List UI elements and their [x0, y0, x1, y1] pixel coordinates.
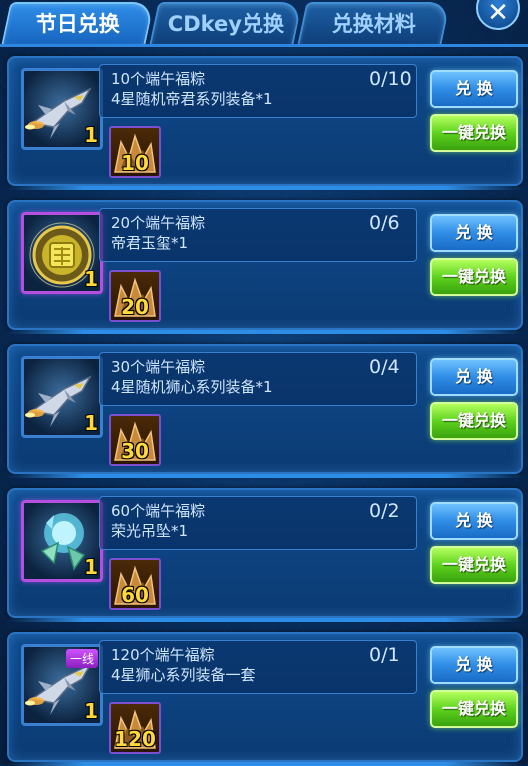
one-click-exchange-button[interactable]: 一键兑换: [430, 258, 518, 296]
one-click-exchange-button[interactable]: 一键兑换: [430, 546, 518, 584]
exchange-card: 1 10个端午福粽 4星随机帝君系列装备*1 0/10 10 兑 换 一键兑换: [7, 56, 523, 190]
item-count: 1: [84, 267, 98, 291]
reward-text: 4星狮心系列装备一套: [111, 666, 256, 684]
exchange-card: 1 20个端午福粽 帝君玉玺*1 0/6 20 兑 换 一键兑换: [7, 200, 523, 334]
progress-count: 0/4: [369, 356, 400, 378]
exchange-button[interactable]: 兑 换: [430, 214, 518, 252]
exchange-button[interactable]: 兑 换: [430, 70, 518, 108]
requirement-text: 120个端午福粽: [111, 646, 215, 664]
cost-item: 120: [109, 702, 161, 754]
cost-amount: 30: [121, 439, 149, 463]
tab-bar: 节日兑换 CDkey兑换 兑换材料 ✕: [0, 0, 528, 48]
progress-count: 0/1: [369, 644, 400, 666]
exchange-button[interactable]: 兑 换: [430, 502, 518, 540]
cost-item: 60: [109, 558, 161, 610]
reward-text: 帝君玉玺*1: [111, 234, 189, 252]
exchange-button[interactable]: 兑 换: [430, 358, 518, 396]
close-button[interactable]: ✕: [476, 0, 520, 30]
item-frame[interactable]: 1: [21, 500, 103, 582]
requirement-text: 20个端午福粽: [111, 214, 206, 232]
cost-amount: 60: [121, 583, 149, 607]
cost-item: 30: [109, 414, 161, 466]
requirement-text: 60个端午福粽: [111, 502, 206, 520]
one-click-exchange-button[interactable]: 一键兑换: [430, 114, 518, 152]
tab-underline: [0, 44, 528, 47]
cost-amount: 20: [121, 295, 149, 319]
item-frame[interactable]: 1: [21, 68, 103, 150]
one-click-exchange-button[interactable]: 一键兑换: [430, 402, 518, 440]
exchange-card: 一线 1 120个端午福粽 4星狮心系列装备一套 0/1 120 兑 换 一键兑…: [7, 632, 523, 766]
item-frame[interactable]: 1: [21, 212, 103, 294]
exchange-card: 1 60个端午福粽 荣光吊坠*1 0/2 60 兑 换 一键兑换: [7, 488, 523, 622]
progress-count: 0/10: [369, 68, 412, 90]
tab-festival-exchange[interactable]: 节日兑换: [1, 2, 155, 44]
item-count: 1: [84, 699, 98, 723]
tab-cdkey-exchange[interactable]: CDkey兑换: [149, 2, 303, 44]
reward-text: 荣光吊坠*1: [111, 522, 189, 540]
cost-item: 20: [109, 270, 161, 322]
requirement-text: 30个端午福粽: [111, 358, 206, 376]
item-frame[interactable]: 一线 1: [21, 644, 103, 726]
reward-text: 4星随机狮心系列装备*1: [111, 378, 273, 396]
requirement-text: 10个端午福粽: [111, 70, 206, 88]
cost-amount: 120: [114, 727, 156, 751]
item-tag-badge: 一线: [65, 649, 98, 668]
one-click-exchange-button[interactable]: 一键兑换: [430, 690, 518, 728]
close-icon: ✕: [487, 0, 509, 28]
item-count: 1: [84, 123, 98, 147]
item-count: 1: [84, 555, 98, 579]
exchange-button[interactable]: 兑 换: [430, 646, 518, 684]
exchange-card: 1 30个端午福粽 4星随机狮心系列装备*1 0/4 30 兑 换 一键兑换: [7, 344, 523, 478]
cost-item: 10: [109, 126, 161, 178]
reward-text: 4星随机帝君系列装备*1: [111, 90, 273, 108]
cost-amount: 10: [121, 151, 149, 175]
tab-exchange-materials[interactable]: 兑换材料: [297, 2, 451, 44]
progress-count: 0/2: [369, 500, 400, 522]
item-count: 1: [84, 411, 98, 435]
progress-count: 0/6: [369, 212, 400, 234]
item-frame[interactable]: 1: [21, 356, 103, 438]
